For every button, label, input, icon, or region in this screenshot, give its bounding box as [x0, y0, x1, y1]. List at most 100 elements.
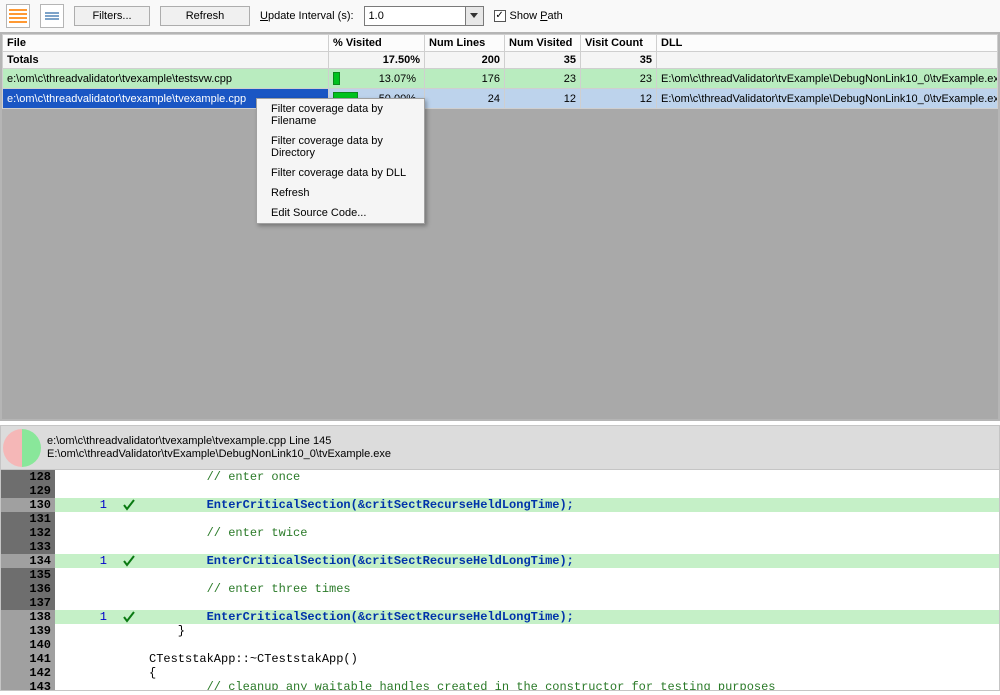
- line-number: 135: [1, 568, 55, 582]
- mark-empty: [113, 582, 145, 596]
- code-line[interactable]: 1341 EnterCriticalSection(&critSectRecur…: [1, 554, 999, 568]
- filters-button[interactable]: Filters...: [74, 6, 150, 26]
- show-path-label: Show Path: [510, 10, 563, 22]
- code-line[interactable]: 1301 EnterCriticalSection(&critSectRecur…: [1, 498, 999, 512]
- mark-empty: [113, 540, 145, 554]
- code-line[interactable]: 131: [1, 512, 999, 526]
- table-row[interactable]: e:\om\c\threadvalidator\tvexample\testsv…: [3, 69, 998, 89]
- line-number: 142: [1, 666, 55, 680]
- hit-count: [55, 540, 113, 554]
- chevron-down-icon[interactable]: [465, 7, 483, 25]
- cell-dll: E:\om\c\threadValidator\tvExample\DebugN…: [657, 69, 998, 89]
- check-icon: [113, 554, 145, 568]
- line-number: 140: [1, 638, 55, 652]
- hit-count: 1: [55, 554, 113, 568]
- line-number: 131: [1, 512, 55, 526]
- col-num-lines[interactable]: Num Lines: [425, 35, 505, 52]
- mark-empty: [113, 470, 145, 484]
- line-number: 137: [1, 596, 55, 610]
- code-text: [145, 484, 999, 498]
- totals-label: Totals: [3, 52, 329, 69]
- mark-empty: [113, 624, 145, 638]
- toolbar-icon-lines[interactable]: [6, 4, 30, 28]
- hit-count: 1: [55, 610, 113, 624]
- hit-count: [55, 568, 113, 582]
- cell-visited: 13.07%: [329, 69, 425, 89]
- menu-edit-source[interactable]: Edit Source Code...: [257, 203, 424, 223]
- hit-count: [55, 666, 113, 680]
- cell-dll: E:\om\c\threadValidator\tvExample\DebugN…: [657, 89, 998, 109]
- line-number: 143: [1, 680, 55, 691]
- code-line[interactable]: 132 // enter twice: [1, 526, 999, 540]
- col-num-visited[interactable]: Num Visited: [505, 35, 581, 52]
- mark-empty: [113, 652, 145, 666]
- line-number: 129: [1, 484, 55, 498]
- code-line[interactable]: 139 }: [1, 624, 999, 638]
- cell-num-visited: 23: [505, 69, 581, 89]
- code-line[interactable]: 136 // enter three times: [1, 582, 999, 596]
- code-line[interactable]: 137: [1, 596, 999, 610]
- coverage-pie-icon: [3, 429, 41, 467]
- file-info-line1: e:\om\c\threadvalidator\tvexample\tvexam…: [47, 435, 391, 448]
- hit-count: [55, 638, 113, 652]
- menu-filter-dll[interactable]: Filter coverage data by DLL: [257, 163, 424, 183]
- code-text: [145, 596, 999, 610]
- code-line[interactable]: 1381 EnterCriticalSection(&critSectRecur…: [1, 610, 999, 624]
- hit-count: [55, 484, 113, 498]
- coverage-table[interactable]: File % Visited Num Lines Num Visited Vis…: [2, 34, 998, 109]
- menu-filter-filename[interactable]: Filter coverage data by Filename: [257, 99, 424, 131]
- menu-filter-directory[interactable]: Filter coverage data by Directory: [257, 131, 424, 163]
- table-row-selected[interactable]: e:\om\c\threadvalidator\tvexample\tvexam…: [3, 89, 998, 109]
- code-line[interactable]: 141CTeststakApp::~CTeststakApp(): [1, 652, 999, 666]
- cell-file: e:\om\c\threadvalidator\tvexample\testsv…: [3, 69, 329, 89]
- update-interval-combo[interactable]: 1.0: [364, 6, 484, 26]
- source-code-panel[interactable]: 128 // enter once1291301 EnterCriticalSe…: [0, 469, 1000, 691]
- toolbar: Filters... Refresh Update Interval (s): …: [0, 0, 1000, 32]
- code-line[interactable]: 135: [1, 568, 999, 582]
- file-info-line2: E:\om\c\threadValidator\tvExample\DebugN…: [47, 448, 391, 461]
- line-number: 138: [1, 610, 55, 624]
- hit-count: [55, 596, 113, 610]
- col-dll[interactable]: DLL: [657, 35, 998, 52]
- line-number: 136: [1, 582, 55, 596]
- context-menu: Filter coverage data by Filename Filter …: [256, 98, 425, 224]
- mark-empty: [113, 596, 145, 610]
- show-path-checkbox[interactable]: ✓ Show Path: [494, 10, 563, 22]
- totals-visit-count: 35: [581, 52, 657, 69]
- col-file[interactable]: File: [3, 35, 329, 52]
- totals-num-visited: 35: [505, 52, 581, 69]
- code-text: EnterCriticalSection(&critSectRecurseHel…: [145, 610, 999, 624]
- code-text: [145, 568, 999, 582]
- cell-num-lines: 24: [425, 89, 505, 109]
- mark-empty: [113, 638, 145, 652]
- col-visit-count[interactable]: Visit Count: [581, 35, 657, 52]
- cell-visit-count: 12: [581, 89, 657, 109]
- code-line[interactable]: 128 // enter once: [1, 470, 999, 484]
- hit-count: [55, 582, 113, 596]
- mark-empty: [113, 526, 145, 540]
- toolbar-icon-bars[interactable]: [40, 4, 64, 28]
- table-header-row[interactable]: File % Visited Num Lines Num Visited Vis…: [3, 35, 998, 52]
- check-icon: [113, 610, 145, 624]
- hit-count: 1: [55, 498, 113, 512]
- code-line[interactable]: 140: [1, 638, 999, 652]
- code-text: // cleanup any waitable handles created …: [145, 680, 999, 691]
- code-line[interactable]: 143 // cleanup any waitable handles crea…: [1, 680, 999, 691]
- totals-row: Totals 17.50% 200 35 35: [3, 52, 998, 69]
- line-number: 128: [1, 470, 55, 484]
- code-text: // enter twice: [145, 526, 999, 540]
- code-line[interactable]: 133: [1, 540, 999, 554]
- code-text: }: [145, 624, 999, 638]
- file-info-bar: e:\om\c\threadvalidator\tvexample\tvexam…: [0, 425, 1000, 469]
- col-visited[interactable]: % Visited: [329, 35, 425, 52]
- menu-refresh[interactable]: Refresh: [257, 183, 424, 203]
- hit-count: [55, 470, 113, 484]
- code-text: [145, 638, 999, 652]
- refresh-button[interactable]: Refresh: [160, 6, 250, 26]
- code-text: EnterCriticalSection(&critSectRecurseHel…: [145, 498, 999, 512]
- line-number: 141: [1, 652, 55, 666]
- code-line[interactable]: 142{: [1, 666, 999, 680]
- code-text: [145, 540, 999, 554]
- hit-count: [55, 624, 113, 638]
- code-line[interactable]: 129: [1, 484, 999, 498]
